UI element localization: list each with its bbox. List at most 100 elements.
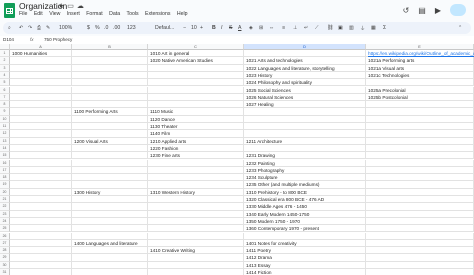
cell-e[interactable] xyxy=(366,203,474,211)
row-header[interactable]: 15 xyxy=(0,152,10,160)
cell-c[interactable]: 1140 Film xyxy=(148,130,244,138)
text-color-icon[interactable]: A xyxy=(238,25,241,31)
row-header[interactable]: 6 xyxy=(0,86,10,94)
share-button[interactable] xyxy=(450,4,466,16)
cell-a[interactable] xyxy=(10,254,72,262)
cell-b[interactable] xyxy=(72,225,148,233)
cell-e[interactable] xyxy=(366,174,474,182)
menu-insert[interactable]: Insert xyxy=(67,11,80,17)
cell-b[interactable] xyxy=(72,181,148,189)
cell-e[interactable] xyxy=(366,115,474,123)
row-header[interactable]: 3 xyxy=(0,64,10,72)
cell-c[interactable]: 1130 Theater xyxy=(148,123,244,131)
filter-views-icon[interactable]: ▦ xyxy=(371,25,376,31)
cell-b[interactable] xyxy=(72,115,148,123)
row-header[interactable]: 2 xyxy=(0,57,10,65)
cell-a[interactable] xyxy=(10,130,72,138)
menu-tools[interactable]: Tools xyxy=(126,11,138,17)
cell-a[interactable] xyxy=(10,108,72,116)
row-header[interactable]: 9 xyxy=(0,108,10,116)
text-wrap-icon[interactable]: ↵ xyxy=(304,25,308,31)
cell-d[interactable]: 1320 Classical era 800 BCE - 476 AD xyxy=(244,196,366,204)
cell-a[interactable] xyxy=(10,196,72,204)
menu-extensions[interactable]: Extensions xyxy=(145,11,170,17)
paint-format-icon[interactable]: ✎ xyxy=(46,25,50,31)
currency-button[interactable]: $ xyxy=(87,25,90,31)
cell-d[interactable]: 1340 Early Modern 1450-1750 xyxy=(244,210,366,218)
cell-d[interactable]: 1350 Modern 1750 - 1970 xyxy=(244,217,366,226)
cell-e[interactable] xyxy=(366,247,474,255)
cell-a[interactable] xyxy=(10,144,72,153)
cell-e[interactable] xyxy=(366,159,474,167)
cell-b[interactable] xyxy=(72,50,148,58)
row-header[interactable]: 5 xyxy=(0,79,10,87)
cell-d[interactable]: 1024 Philosophy and spirituality xyxy=(244,79,366,87)
cell-a[interactable] xyxy=(10,188,72,196)
cell-b[interactable] xyxy=(72,101,148,109)
comments-icon[interactable]: ▤ xyxy=(418,6,426,15)
cell-d[interactable]: 1027 Healing xyxy=(244,101,366,109)
cell-c[interactable]: 1310 Western History xyxy=(148,188,244,196)
cell-b[interactable] xyxy=(72,144,148,153)
cell-e[interactable] xyxy=(366,217,474,226)
row-header[interactable]: 22 xyxy=(0,203,10,211)
meet-icon[interactable]: ▶ xyxy=(435,6,441,15)
cell-a[interactable] xyxy=(10,225,72,233)
cell-c[interactable] xyxy=(148,166,244,175)
cell-e[interactable] xyxy=(366,188,474,196)
cell-a[interactable] xyxy=(10,174,72,182)
cell-a[interactable] xyxy=(10,166,72,175)
cell-e[interactable] xyxy=(366,225,474,233)
row-header[interactable]: 26 xyxy=(0,232,10,240)
cell-c[interactable] xyxy=(148,261,244,269)
collapse-toolbar-icon[interactable]: ⌃ xyxy=(458,25,462,31)
cell-d[interactable]: 1413 Essay xyxy=(244,261,366,269)
cell-e[interactable] xyxy=(366,210,474,218)
cell-c[interactable] xyxy=(148,93,244,102)
cell-d[interactable] xyxy=(244,108,366,116)
cell-c[interactable] xyxy=(148,196,244,204)
cell-a[interactable] xyxy=(10,79,72,87)
cell-c[interactable] xyxy=(148,159,244,167)
merge-cells-icon[interactable]: ⇔ xyxy=(269,25,274,31)
cell-e[interactable] xyxy=(366,144,474,153)
menu-format[interactable]: Format xyxy=(86,11,102,17)
history-icon[interactable]: ↺ xyxy=(403,6,410,15)
cell-a[interactable] xyxy=(10,247,72,255)
cell-e[interactable] xyxy=(366,152,474,160)
row-header[interactable]: 27 xyxy=(0,239,10,248)
row-header[interactable]: 12 xyxy=(0,130,10,138)
cell-c[interactable] xyxy=(148,254,244,262)
cell-e[interactable] xyxy=(366,232,474,240)
cell-a[interactable] xyxy=(10,203,72,211)
cell-c[interactable] xyxy=(148,210,244,218)
percent-button[interactable]: % xyxy=(95,25,100,31)
row-header[interactable]: 13 xyxy=(0,137,10,145)
cell-a[interactable] xyxy=(10,86,72,94)
font-size-field[interactable]: 10 xyxy=(191,25,197,31)
cell-b[interactable] xyxy=(72,166,148,175)
menu-edit[interactable]: Edit xyxy=(34,11,43,17)
cell-d[interactable]: 1360 Contemporary 1970 - present xyxy=(244,225,366,233)
cell-e[interactable]: 1021a Performing arts xyxy=(366,57,474,65)
cell-d[interactable]: 1401 Notes for creativity xyxy=(244,239,366,248)
menu-help[interactable]: Help xyxy=(177,11,188,17)
cell-d[interactable] xyxy=(244,232,366,240)
cell-b[interactable] xyxy=(72,152,148,160)
cell-b[interactable]: 1300 History xyxy=(72,188,148,196)
cell-a[interactable] xyxy=(10,137,72,145)
cell-e[interactable] xyxy=(366,123,474,131)
cell-a[interactable] xyxy=(10,159,72,167)
comment-icon[interactable]: ▣ xyxy=(338,25,343,31)
menu-data[interactable]: Data xyxy=(109,11,120,17)
row-header[interactable]: 14 xyxy=(0,144,10,153)
cell-a[interactable] xyxy=(10,64,72,72)
cell-e[interactable]: 1025b Postcolonial xyxy=(366,93,474,102)
row-header[interactable]: 31 xyxy=(0,269,10,275)
cell-a[interactable] xyxy=(10,93,72,102)
cell-b[interactable] xyxy=(72,93,148,102)
cell-c[interactable] xyxy=(148,232,244,240)
cell-e[interactable] xyxy=(366,166,474,175)
decimal-increase-icon[interactable]: .00 xyxy=(113,25,120,31)
italic-icon[interactable]: I xyxy=(221,25,222,31)
